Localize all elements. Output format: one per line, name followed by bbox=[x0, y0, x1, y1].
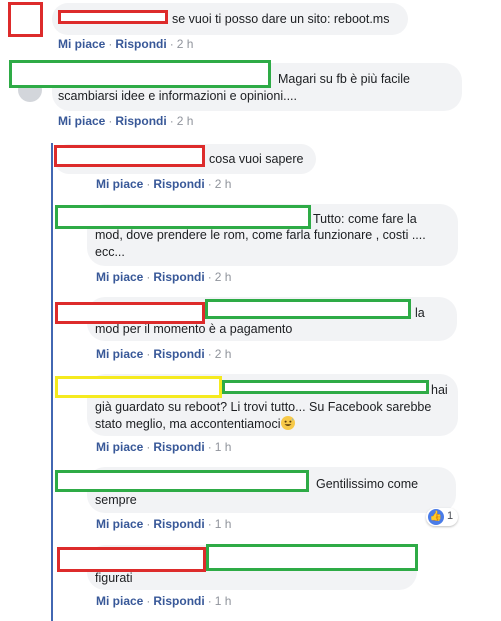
reply-text: Gentilissimo come bbox=[316, 477, 419, 491]
like-link[interactable]: Mi piace bbox=[58, 37, 105, 51]
like-link[interactable]: Mi piace bbox=[96, 594, 143, 608]
comment-text: scambiarsi idee e informazioni e opinion… bbox=[58, 89, 298, 103]
comment-time[interactable]: 2 h bbox=[177, 37, 194, 51]
reaction-count: 1 bbox=[447, 510, 454, 522]
author-name-redaction[interactable] bbox=[55, 302, 205, 324]
reply-time[interactable]: 2 h bbox=[215, 347, 232, 361]
comment-actions: Mi piace · Rispondi · 2 h bbox=[58, 37, 194, 51]
like-link[interactable]: Mi piace bbox=[96, 440, 143, 454]
reply-thread-line bbox=[51, 143, 53, 621]
reply-actions: Mi piace · Rispondi · 2 h bbox=[96, 270, 232, 284]
reply-text: mod, dove prendere le rom, come farla fu… bbox=[95, 228, 426, 242]
reply-text: hai bbox=[431, 383, 448, 397]
author-name-redaction[interactable] bbox=[54, 145, 205, 167]
avatar-and-name-redaction[interactable] bbox=[9, 60, 271, 88]
grinning-sweat-emoji-icon bbox=[280, 416, 295, 430]
reply-actions: Mi piace · Rispondi · 2 h bbox=[96, 177, 232, 191]
reply-text: figurati bbox=[95, 571, 133, 585]
reply-actions: Mi piace · Rispondi · 2 h bbox=[96, 347, 232, 361]
reply-link[interactable]: Rispondi bbox=[153, 594, 204, 608]
thumbs-up-icon: 👍 bbox=[428, 509, 444, 525]
reply-link[interactable]: Rispondi bbox=[115, 37, 166, 51]
author-name-redaction[interactable] bbox=[222, 380, 429, 394]
reply-text: ecc... bbox=[95, 245, 125, 259]
like-link[interactable]: Mi piace bbox=[96, 270, 143, 284]
reply-text: stato meglio, ma accontentiamoci bbox=[95, 417, 281, 431]
comment-text: Magari su fb è più facile bbox=[278, 72, 411, 86]
comment-time[interactable]: 2 h bbox=[177, 114, 194, 128]
like-link[interactable]: Mi piace bbox=[96, 347, 143, 361]
like-link[interactable]: Mi piace bbox=[58, 114, 105, 128]
reply-text: già guardato su reboot? Li trovi tutto..… bbox=[95, 400, 432, 414]
reply-time[interactable]: 2 h bbox=[215, 177, 232, 191]
avatar-and-name-redaction[interactable] bbox=[55, 470, 309, 492]
reply-link[interactable]: Rispondi bbox=[153, 347, 204, 361]
reply-actions: Mi piace · Rispondi · 1 h bbox=[96, 517, 232, 531]
reply-text: Tutto: come fare la bbox=[313, 212, 417, 226]
reply-text: sempre bbox=[95, 493, 137, 507]
reply-time[interactable]: 2 h bbox=[215, 270, 232, 284]
reply-text-with-emoji: stato meglio, ma accontentiamoci bbox=[95, 416, 295, 432]
reply-actions: Mi piace · Rispondi · 1 h bbox=[96, 440, 232, 454]
author-name-redaction[interactable] bbox=[205, 299, 411, 319]
like-link[interactable]: Mi piace bbox=[96, 177, 143, 191]
reply-link[interactable]: Rispondi bbox=[153, 177, 204, 191]
avatar-and-name-redaction[interactable] bbox=[55, 376, 222, 398]
like-link[interactable]: Mi piace bbox=[96, 517, 143, 531]
reaction-summary[interactable]: 👍 1 bbox=[426, 508, 458, 526]
reply-link[interactable]: Rispondi bbox=[153, 440, 204, 454]
comment-bubble: se vuoi ti posso dare un sito: reboot.ms bbox=[52, 3, 408, 35]
reply-text: cosa vuoi sapere bbox=[209, 152, 304, 166]
comment-text: se vuoi ti posso dare un sito: reboot.ms bbox=[172, 12, 390, 26]
reply-time[interactable]: 1 h bbox=[215, 594, 232, 608]
reply-link[interactable]: Rispondi bbox=[153, 270, 204, 284]
avatar-and-name-redaction[interactable] bbox=[57, 547, 206, 572]
avatar-and-name-redaction[interactable] bbox=[55, 205, 311, 229]
reply-link[interactable]: Rispondi bbox=[115, 114, 166, 128]
reply-actions: Mi piace · Rispondi · 1 h bbox=[96, 594, 232, 608]
reply-link[interactable]: Rispondi bbox=[153, 517, 204, 531]
comment-actions: Mi piace · Rispondi · 2 h bbox=[58, 114, 194, 128]
author-name-redaction[interactable] bbox=[58, 10, 168, 24]
reply-text: la bbox=[415, 306, 425, 320]
author-name-redaction[interactable] bbox=[206, 544, 418, 571]
avatar-redaction bbox=[8, 2, 43, 37]
reply-time[interactable]: 1 h bbox=[215, 440, 232, 454]
reply-time[interactable]: 1 h bbox=[215, 517, 232, 531]
